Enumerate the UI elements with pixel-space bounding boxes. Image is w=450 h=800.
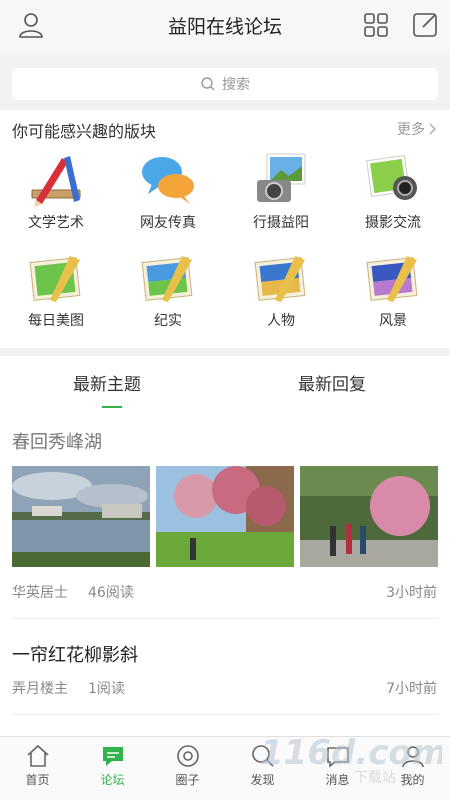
board-item-people[interactable]: 人物 — [231, 250, 331, 330]
board-label: 行摄益阳 — [253, 215, 309, 231]
tab-home[interactable]: 首页 — [0, 743, 75, 788]
tab-forum[interactable]: 论坛 — [75, 743, 150, 788]
feed: 最新主题 最新回复 春回秀峰湖 华英居士 46阅读 3小时前 一帘红花柳影斜 弄… — [0, 356, 450, 736]
search-icon — [201, 77, 215, 91]
board-label: 风景 — [379, 313, 407, 329]
tab-label: 圈子 — [175, 773, 200, 787]
watermark-text: 116d.com — [260, 733, 442, 773]
forum-icon — [102, 747, 123, 766]
tab-circle[interactable]: 圈子 — [150, 743, 225, 788]
board-label: 网友传真 — [140, 215, 196, 231]
board-item-photo-exchange[interactable]: 摄影交流 — [343, 152, 443, 232]
post-time: 7小时前 — [386, 681, 437, 697]
more-link[interactable]: 更多 — [397, 119, 436, 139]
tab-latest-topics[interactable]: 最新主题 — [73, 370, 141, 395]
post-time: 3小时前 — [386, 585, 437, 601]
post-image[interactable] — [156, 466, 294, 567]
board-item-documentary[interactable]: 纪实 — [118, 250, 218, 330]
post-title[interactable]: 春回秀峰湖 — [12, 428, 102, 454]
divider — [12, 714, 438, 715]
tab-label: 论坛 — [100, 773, 125, 787]
board-label: 摄影交流 — [365, 215, 421, 231]
landscape-picture-icon — [366, 256, 418, 302]
board-item-daily-pic[interactable]: 每日美图 — [6, 250, 106, 330]
board-label: 文学艺术 — [28, 215, 84, 231]
watermark-logo: 116d.com 下载站 — [260, 733, 442, 786]
board-label: 纪实 — [154, 313, 182, 329]
search-bar-container: 搜索 — [0, 52, 450, 108]
board-item-netizen-fax[interactable]: 网友传真 — [118, 152, 218, 232]
pencil-ruler-icon — [31, 156, 81, 207]
active-tab-indicator — [102, 406, 122, 408]
compose-icon[interactable] — [410, 10, 440, 40]
board-label: 每日美图 — [28, 313, 84, 329]
post-reads: 1阅读 — [88, 681, 125, 697]
post-title[interactable]: 一帘红花柳影斜 — [12, 641, 138, 667]
suggested-boards: 你可能感兴趣的版块 更多 文学艺术 网友传真 行摄益阳 摄影交流 每日美图 纪实… — [0, 110, 450, 348]
home-icon — [26, 744, 49, 767]
chevron-right-icon — [429, 123, 436, 135]
tab-latest-replies[interactable]: 最新回复 — [298, 370, 366, 395]
watermark-subtext: 下载站 — [354, 770, 396, 786]
landscape-picture-icon — [29, 256, 81, 302]
landscape-picture-icon — [141, 256, 193, 302]
app-header: 益阳在线论坛 — [0, 0, 450, 52]
grid-icon[interactable] — [361, 10, 391, 40]
search-placeholder: 搜索 — [222, 77, 250, 93]
board-item-literature[interactable]: 文学艺术 — [6, 152, 106, 232]
landscape-picture-icon — [254, 256, 306, 302]
lens-icon — [366, 154, 417, 200]
search-input[interactable]: 搜索 — [12, 68, 438, 100]
board-label: 人物 — [267, 313, 295, 329]
section-title: 你可能感兴趣的版块 — [12, 122, 157, 141]
camera-icon — [257, 153, 306, 202]
circle-icon — [176, 745, 199, 767]
board-item-yiyang-photo[interactable]: 行摄益阳 — [231, 152, 331, 232]
post-author[interactable]: 弄月楼主 — [12, 678, 68, 698]
post-reads: 46阅读 — [88, 585, 134, 601]
post-image[interactable] — [12, 466, 150, 567]
post-image[interactable] — [300, 466, 438, 567]
divider — [12, 618, 438, 619]
chat-bubbles-icon — [142, 157, 194, 204]
tab-label: 首页 — [25, 773, 50, 787]
board-item-scenery[interactable]: 风景 — [343, 250, 443, 330]
more-label: 更多 — [397, 122, 425, 138]
post-author[interactable]: 华英居士 — [12, 582, 68, 602]
